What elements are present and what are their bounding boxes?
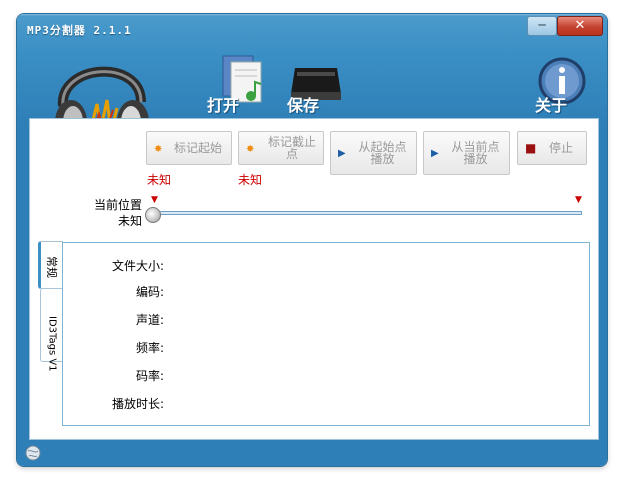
play-from-current-button[interactable]: ▶ 从当前点播放 [423, 131, 510, 175]
title-bar[interactable]: MP3分割器 2.1.1 ─ ✕ [17, 14, 607, 42]
position-slider-track[interactable] [148, 211, 582, 215]
frequency-label: 频率: [135, 341, 164, 355]
position-value: 未知 [117, 214, 142, 228]
tab-general[interactable]: 常规 [38, 241, 63, 289]
window-title: MP3分割器 2.1.1 [27, 24, 132, 37]
save-button[interactable]: 保存 [287, 92, 319, 116]
mark-end-button[interactable]: ✸ 标记截止点 [238, 131, 324, 165]
minimize-button[interactable]: ─ [527, 16, 557, 36]
tab-id3tags-v1[interactable]: ID3Tags V1 [40, 288, 63, 372]
end-marker-icon[interactable]: ▼ [575, 195, 582, 205]
play-icon: ▶ [338, 148, 346, 159]
play-from-start-button[interactable]: ▶ 从起始点播放 [330, 131, 417, 175]
end-marker-value: 未知 [238, 173, 263, 187]
start-marker-value: 未知 [147, 173, 172, 187]
duration-label: 播放时长: [111, 397, 164, 411]
mark-start-button[interactable]: ✸ 标记起始 [146, 131, 232, 165]
position-slider-handle[interactable] [145, 207, 161, 223]
encoding-label: 编码: [135, 285, 164, 299]
stop-button[interactable]: ■ 停止 [517, 131, 587, 165]
position-label: 当前位置 [93, 198, 142, 212]
about-button[interactable]: 关于 [535, 92, 567, 116]
play-icon: ▶ [431, 148, 439, 159]
open-button[interactable]: 打开 [207, 92, 239, 116]
bitrate-label: 码率: [135, 369, 164, 383]
channels-label: 声道: [135, 313, 164, 327]
stop-icon: ■ [525, 141, 537, 155]
star-icon: ✸ [154, 144, 163, 155]
star-icon: ✸ [246, 144, 255, 155]
close-button[interactable]: ✕ [557, 16, 603, 36]
start-marker-icon[interactable]: ▼ [151, 195, 158, 205]
file-size-label: 文件大小: [111, 259, 164, 273]
globe-icon[interactable] [25, 445, 41, 461]
